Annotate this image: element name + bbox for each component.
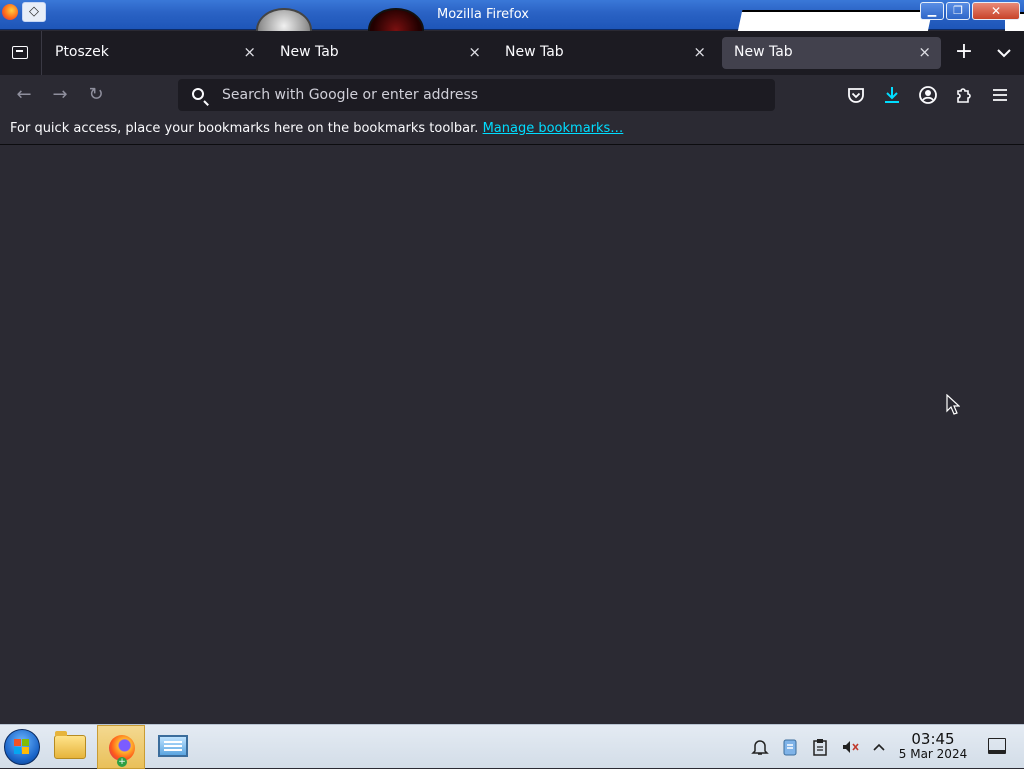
address-input[interactable] bbox=[222, 85, 762, 105]
account-button[interactable] bbox=[916, 83, 940, 107]
close-window-button[interactable]: ✕ bbox=[972, 2, 1020, 20]
clock-time: 03:45 bbox=[911, 730, 955, 748]
firefox-view-icon bbox=[12, 46, 28, 59]
tab-label: New Tab bbox=[734, 44, 793, 60]
tab[interactable]: New Tab × bbox=[268, 37, 491, 69]
window-title: Mozilla Firefox bbox=[437, 7, 529, 22]
bookmarks-toolbar-message: For quick access, place your bookmarks h… bbox=[10, 121, 623, 136]
downloads-button[interactable] bbox=[880, 83, 904, 107]
new-badge-icon: + bbox=[117, 757, 127, 767]
monitor-icon bbox=[158, 735, 188, 757]
mouse-cursor-icon bbox=[946, 394, 960, 415]
volume-muted-icon[interactable] bbox=[840, 737, 860, 757]
window-titlebar[interactable]: ◇ Mozilla Firefox ▁ ❐ ✕ bbox=[0, 0, 1024, 52]
tab[interactable]: New Tab × bbox=[493, 37, 716, 69]
notifications-icon[interactable] bbox=[750, 737, 770, 757]
account-icon bbox=[919, 86, 937, 104]
navigation-toolbar: ← → ↻ bbox=[0, 75, 1024, 115]
pocket-icon bbox=[848, 88, 864, 103]
bookmarks-toolbar: For quick access, place your bookmarks h… bbox=[0, 115, 1024, 145]
taskbar: + 03:45 5 Mar 2024 bbox=[0, 724, 1024, 769]
tab-close-icon[interactable]: × bbox=[693, 43, 706, 61]
firefox-view-button[interactable] bbox=[0, 31, 42, 75]
bookmarks-hint-text: For quick access, place your bookmarks h… bbox=[10, 121, 479, 136]
back-button[interactable]: ← bbox=[12, 83, 36, 107]
tab-active[interactable]: New Tab × bbox=[722, 37, 941, 69]
taskbar-system-monitor[interactable] bbox=[148, 725, 196, 769]
puzzle-icon bbox=[957, 88, 971, 103]
download-icon bbox=[885, 87, 899, 103]
page-content[interactable] bbox=[0, 146, 1024, 724]
clock-date: 5 Mar 2024 bbox=[898, 747, 968, 761]
windows-logo-icon bbox=[14, 739, 29, 754]
search-icon bbox=[192, 88, 204, 100]
app-menu-button[interactable] bbox=[988, 83, 1012, 107]
forward-button[interactable]: → bbox=[48, 83, 72, 107]
expand-tray-icon[interactable] bbox=[869, 737, 889, 757]
new-tab-button[interactable]: + bbox=[952, 39, 976, 67]
manage-bookmarks-link[interactable]: Manage bookmarks… bbox=[483, 121, 624, 136]
extensions-button[interactable] bbox=[952, 83, 976, 107]
clipboard-icon[interactable] bbox=[810, 737, 830, 757]
show-desktop-button[interactable] bbox=[988, 738, 1006, 754]
list-all-tabs-button[interactable] bbox=[992, 41, 1016, 65]
tab-close-icon[interactable]: × bbox=[243, 43, 256, 61]
folder-icon bbox=[54, 731, 86, 759]
clock[interactable]: 03:45 5 Mar 2024 bbox=[896, 731, 970, 761]
reload-button[interactable]: ↻ bbox=[84, 83, 108, 107]
taskbar-firefox[interactable]: + bbox=[97, 725, 145, 769]
tab-close-icon[interactable]: × bbox=[918, 43, 931, 61]
tab[interactable]: Ptoszek × bbox=[43, 37, 266, 69]
tab-close-icon[interactable]: × bbox=[468, 43, 481, 61]
tab-bar: Ptoszek × New Tab × New Tab × New Tab × … bbox=[0, 31, 1024, 75]
klipper-icon[interactable] bbox=[780, 737, 800, 757]
tab-label: New Tab bbox=[280, 44, 339, 60]
maximize-button[interactable]: ❐ bbox=[946, 2, 970, 20]
start-menu-button[interactable] bbox=[4, 729, 40, 765]
pocket-button[interactable] bbox=[844, 83, 868, 107]
chevron-down-icon bbox=[997, 49, 1011, 58]
hamburger-menu-icon bbox=[993, 89, 1007, 101]
minimize-button[interactable]: ▁ bbox=[920, 2, 944, 20]
taskbar-file-manager[interactable] bbox=[46, 725, 94, 769]
tab-label: Ptoszek bbox=[55, 44, 109, 60]
tab-label: New Tab bbox=[505, 44, 564, 60]
address-bar[interactable] bbox=[178, 79, 775, 111]
